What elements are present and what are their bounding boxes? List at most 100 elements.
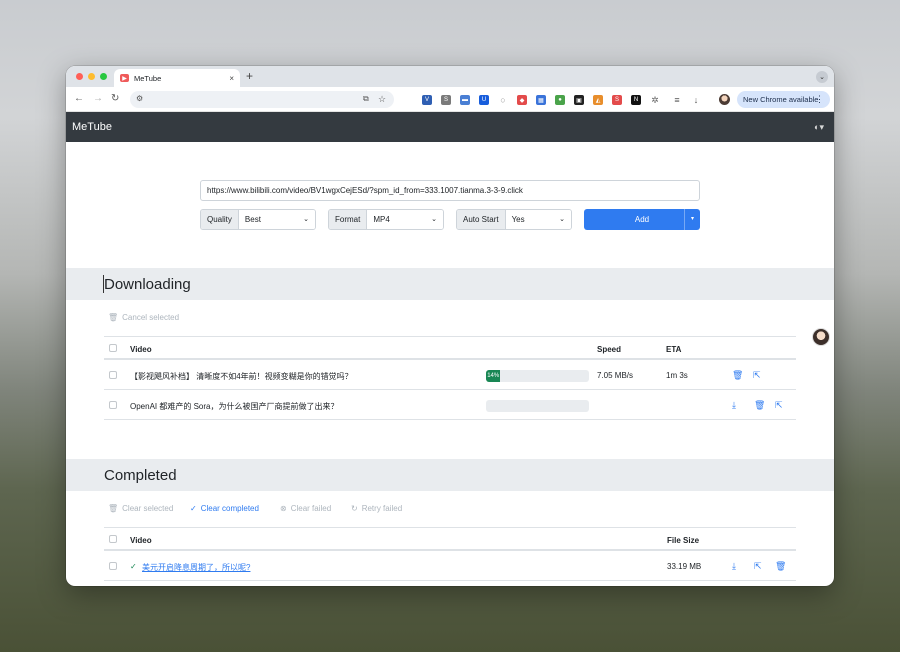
floating-avatar[interactable] xyxy=(812,328,830,346)
add-options-dropdown[interactable]: ▾ xyxy=(684,209,700,230)
speed-column-header: Speed xyxy=(597,345,622,354)
video-title: 【影视飓风补档】 清晰度不如4年前！视频变糊是你的错觉吗？ xyxy=(130,372,353,381)
notion-icon[interactable]: N xyxy=(631,95,641,105)
bookmark-star-icon[interactable]: ☆ xyxy=(378,94,386,105)
cancel-selected-button[interactable]: 🗑 Cancel selected xyxy=(108,313,179,322)
shield-icon[interactable]: ◆ xyxy=(517,95,527,105)
back-icon[interactable]: ← xyxy=(74,93,84,104)
completed-title: Completed xyxy=(104,467,177,484)
download-file-icon[interactable]: ⤓ xyxy=(732,400,736,411)
bar-icon[interactable]: ▬ xyxy=(460,95,470,105)
site-info-icon[interactable]: ⚙ xyxy=(136,94,143,103)
queue-icon[interactable]: ≡ xyxy=(672,95,682,105)
close-window-button[interactable] xyxy=(76,73,83,80)
app-navbar: MeTube ◐▾ xyxy=(66,112,834,142)
address-bar[interactable]: ⚙ ☆ ⧉ xyxy=(130,91,394,108)
browser-window: ▶ MeTube × + ⌄ ← → ↻ ⚙ ☆ ⧉ V S ▬ U ○ ◆ ▦ ● ▣ ◭ S N ✲… xyxy=(66,66,834,586)
open-external-icon[interactable]: ⇱ xyxy=(754,561,762,572)
table-row: OpenAI 都难产的 Sora，为什么被国产厂商提前做了出来？ ⤓ 🗑 ⇱ xyxy=(104,390,796,420)
format-select[interactable]: MP4 ⌄ xyxy=(367,210,443,229)
tab-search-button[interactable]: ⌄ xyxy=(816,71,828,83)
bitwarden-icon[interactable]: U xyxy=(479,95,489,105)
video-url-input[interactable] xyxy=(200,180,700,201)
check-circle-icon: ✓ xyxy=(190,504,197,513)
reload-icon[interactable]: ↻ xyxy=(111,93,119,104)
minimize-window-button[interactable] xyxy=(88,73,95,80)
quality-select[interactable]: Best ⌄ xyxy=(238,210,315,229)
select-all-checkbox[interactable] xyxy=(109,535,117,543)
quality-value: Best xyxy=(244,215,261,224)
clear-completed-label: Clear completed xyxy=(200,504,259,513)
profile-avatar[interactable] xyxy=(719,94,730,105)
clear-completed-button[interactable]: ✓ Clear completed xyxy=(190,504,259,513)
clear-selected-button[interactable]: 🗑 Clear selected xyxy=(108,504,173,513)
chrome-icon[interactable]: ● xyxy=(555,95,565,105)
open-external-icon[interactable]: ⇱ xyxy=(753,370,761,381)
trash-icon: 🗑 xyxy=(108,504,119,513)
table-row: ✓ 美元开启降息周期了，所以呢? 33.19 MB ⤓ ⇱ 🗑 xyxy=(104,551,796,581)
metamask-icon[interactable]: ◭ xyxy=(593,95,603,105)
row-checkbox[interactable] xyxy=(109,562,117,570)
add-button-label: Add xyxy=(634,215,650,224)
circle-icon[interactable]: ○ xyxy=(498,95,508,105)
tab-close-icon[interactable]: × xyxy=(229,74,234,83)
app-brand[interactable]: MeTube xyxy=(72,121,112,133)
downloading-title: Downloading xyxy=(104,276,191,293)
clear-selected-label: Clear selected xyxy=(122,504,174,513)
clear-failed-label: Clear failed xyxy=(290,504,332,513)
autostart-value: Yes xyxy=(511,215,525,224)
traffic-lights xyxy=(76,73,107,80)
eta-column-header: ETA xyxy=(666,345,682,354)
row-checkbox[interactable] xyxy=(109,401,117,409)
table-row: 【影视飓风补档】 清晰度不如4年前！视频变糊是你的错觉吗？ 14% 7.05 M… xyxy=(104,360,796,390)
file-size-column-header: File Size xyxy=(667,536,700,545)
more-menu-icon[interactable]: ⋮ xyxy=(815,94,824,105)
video-title: OpenAI 都难产的 Sora，为什么被国产厂商提前做了出来？ xyxy=(130,402,339,411)
delete-icon[interactable]: 🗑 xyxy=(775,561,786,572)
download-file-icon[interactable]: ⤓ xyxy=(732,561,736,572)
new-chrome-available-button[interactable]: New Chrome available ⋮ xyxy=(737,91,830,108)
row-checkbox[interactable] xyxy=(109,371,117,379)
tab-metube[interactable]: ▶ MeTube × xyxy=(114,69,240,87)
retry-icon: ↻ xyxy=(351,504,358,513)
video-column-header: Video xyxy=(130,536,152,545)
delete-icon[interactable]: 🗑 xyxy=(754,400,765,411)
download-progress-bar xyxy=(486,400,589,412)
downloading-section-header: Downloading xyxy=(66,268,834,300)
chevron-down-icon: ⌄ xyxy=(431,216,437,223)
select-all-checkbox[interactable] xyxy=(109,344,117,352)
video-column-header: Video xyxy=(130,345,152,354)
format-label: Format xyxy=(329,210,368,229)
tab-strip: ▶ MeTube × + ⌄ xyxy=(66,66,834,87)
clear-failed-button[interactable]: ⊗ Clear failed xyxy=(280,504,331,513)
puzzle-icon[interactable]: ✲ xyxy=(650,95,660,105)
maximize-window-button[interactable] xyxy=(100,73,107,80)
calendar-icon[interactable]: ▦ xyxy=(536,95,546,105)
install-app-icon[interactable]: ⧉ xyxy=(363,94,369,104)
s-icon[interactable]: S xyxy=(441,95,451,105)
frame-icon[interactable]: ▣ xyxy=(574,95,584,105)
forward-icon[interactable]: → xyxy=(93,93,103,104)
vimium-icon[interactable]: V xyxy=(422,95,432,105)
completed-section-header: Completed xyxy=(66,459,834,491)
retry-failed-button[interactable]: ↻ Retry failed xyxy=(351,504,402,513)
autostart-select[interactable]: Yes ⌄ xyxy=(505,210,571,229)
browser-toolbar: ← → ↻ ⚙ ☆ ⧉ V S ▬ U ○ ◆ ▦ ● ▣ ◭ S N ✲ ≡ ↓ New Chrome a… xyxy=(66,87,834,112)
autostart-label: Auto Start xyxy=(457,210,506,229)
completed-video-link[interactable]: 美元开启降息周期了，所以呢? xyxy=(142,562,250,573)
downloading-table-header: Video Speed ETA xyxy=(104,336,796,360)
trash-icon: 🗑 xyxy=(108,313,119,322)
add-button[interactable]: Add ▾ xyxy=(584,209,700,230)
quality-select-group[interactable]: Quality Best ⌄ xyxy=(200,209,316,230)
completed-table-header: Video File Size xyxy=(104,527,796,551)
download-icon[interactable]: ↓ xyxy=(691,95,701,105)
download-eta: 1m 3s xyxy=(666,371,688,380)
autostart-select-group[interactable]: Auto Start Yes ⌄ xyxy=(456,209,572,230)
theme-toggle-icon[interactable]: ◐▾ xyxy=(814,122,824,133)
metube-favicon-icon: ▶ xyxy=(120,74,129,82)
delete-icon[interactable]: 🗑 xyxy=(732,370,743,381)
red-s-icon[interactable]: S xyxy=(612,95,622,105)
format-select-group[interactable]: Format MP4 ⌄ xyxy=(328,209,444,230)
open-external-icon[interactable]: ⇱ xyxy=(775,400,783,411)
new-tab-button[interactable]: + xyxy=(246,69,253,83)
